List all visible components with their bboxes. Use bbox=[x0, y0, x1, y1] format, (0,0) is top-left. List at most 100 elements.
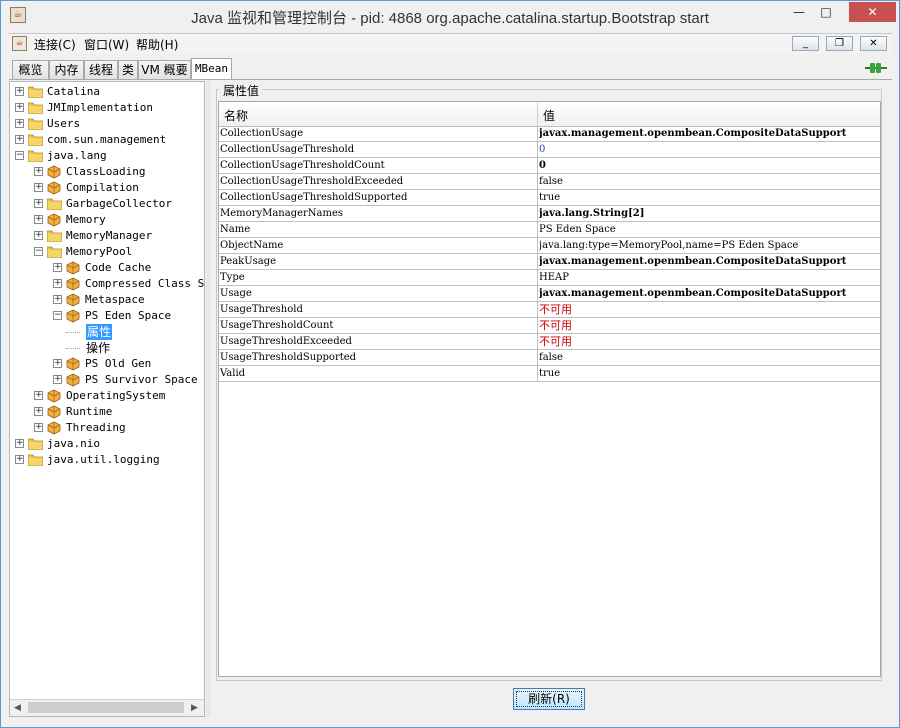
collapse-icon[interactable]: − bbox=[15, 151, 24, 160]
expand-icon[interactable]: + bbox=[34, 167, 43, 176]
collapse-icon[interactable]: − bbox=[53, 311, 62, 320]
attribute-name: CollectionUsageThresholdSupported bbox=[220, 192, 408, 203]
tree-leaf-selected: 属性 bbox=[86, 324, 113, 340]
table-row[interactable]: CollectionUsageThresholdExceeded false bbox=[219, 174, 880, 190]
table-row[interactable]: CollectionUsageThreshold 0 bbox=[219, 142, 880, 158]
mdi-minimize-button[interactable]: _ bbox=[792, 36, 819, 51]
attribute-value[interactable]: true bbox=[539, 190, 879, 205]
expand-icon[interactable]: + bbox=[53, 263, 62, 272]
attribute-value[interactable]: javax.management.openmbean.CompositeData… bbox=[539, 254, 879, 269]
attribute-value[interactable]: PS Eden Space bbox=[539, 222, 879, 237]
expand-icon[interactable]: + bbox=[34, 423, 43, 432]
mbean-icon bbox=[47, 389, 61, 403]
table-row[interactable]: Type HEAP bbox=[219, 270, 880, 286]
title-bar[interactable]: ☕ Java 监视和管理控制台 - pid: 4868 org.apache.c… bbox=[1, 1, 899, 31]
mdi-restore-button[interactable]: ❐ bbox=[826, 36, 853, 51]
mdi-close-button[interactable]: ✕ bbox=[860, 36, 887, 51]
tab-classes[interactable]: 类 bbox=[118, 60, 138, 79]
tree-node-label: Catalina bbox=[47, 85, 100, 98]
table-row[interactable]: Name PS Eden Space bbox=[219, 222, 880, 238]
attribute-value[interactable]: false bbox=[539, 350, 879, 365]
expand-icon[interactable]: + bbox=[53, 375, 62, 384]
attribute-value[interactable]: 0 bbox=[539, 158, 879, 173]
attribute-value[interactable]: javax.management.openmbean.CompositeData… bbox=[539, 126, 879, 141]
table-row[interactable]: CollectionUsageThresholdSupported true bbox=[219, 190, 880, 206]
scroll-right-icon[interactable]: ▶ bbox=[191, 703, 198, 713]
folder-icon bbox=[27, 453, 44, 467]
tree-node-label: java.lang bbox=[47, 149, 107, 162]
menu-bar: ☕ 连接(C) 窗口(W) 帮助(H) bbox=[9, 33, 892, 54]
table-row[interactable]: Valid true bbox=[219, 366, 880, 382]
maximize-button[interactable]: □ bbox=[813, 2, 839, 22]
tree-horizontal-scrollbar[interactable]: ◀ ▶ bbox=[10, 699, 204, 716]
tab-overview[interactable]: 概览 bbox=[12, 60, 49, 79]
close-button[interactable]: ✕ bbox=[849, 2, 896, 22]
table-row[interactable]: Usage javax.management.openmbean.Composit… bbox=[219, 286, 880, 302]
attribute-value[interactable]: java.lang.String[2] bbox=[539, 206, 879, 221]
attribute-value[interactable]: HEAP bbox=[539, 270, 879, 285]
java-cup-icon[interactable]: ☕ bbox=[12, 36, 27, 51]
expand-icon[interactable]: + bbox=[15, 103, 24, 112]
column-divider[interactable] bbox=[537, 102, 538, 126]
table-row[interactable]: UsageThresholdSupported false bbox=[219, 350, 880, 366]
scroll-left-icon[interactable]: ◀ bbox=[14, 703, 21, 713]
attribute-name: CollectionUsageThreshold bbox=[220, 144, 355, 155]
expand-icon[interactable]: + bbox=[53, 295, 62, 304]
refresh-button-label: 刷新(R) bbox=[528, 692, 570, 706]
menu-connection[interactable]: 连接(C) bbox=[34, 36, 76, 53]
mbean-tree[interactable]: + Catalina + JMImplementation + Users + com.sun… bbox=[9, 81, 205, 717]
expand-icon[interactable]: + bbox=[53, 279, 62, 288]
tab-mbean[interactable]: MBean bbox=[191, 58, 232, 80]
expand-icon[interactable]: + bbox=[15, 135, 24, 144]
attribute-value[interactable]: 不可用 bbox=[539, 318, 879, 333]
tree-node-label: java.util.logging bbox=[47, 453, 160, 466]
menu-window[interactable]: 窗口(W) bbox=[84, 36, 129, 53]
expand-icon[interactable]: + bbox=[34, 183, 43, 192]
tab-memory[interactable]: 内存 bbox=[49, 60, 84, 79]
column-header-value[interactable]: 值 bbox=[543, 107, 555, 124]
attribute-value[interactable]: java.lang:type=MemoryPool,name=PS Eden S… bbox=[539, 238, 879, 253]
tree-connector bbox=[66, 332, 80, 333]
attribute-name: CollectionUsage bbox=[220, 128, 304, 139]
expand-icon[interactable]: + bbox=[34, 215, 43, 224]
tree-node-label: PS Old Gen bbox=[85, 357, 152, 370]
expand-icon[interactable]: + bbox=[15, 439, 24, 448]
cell-divider bbox=[537, 174, 538, 190]
expand-icon[interactable]: + bbox=[34, 407, 43, 416]
tree-node-label: GarbageCollector bbox=[66, 197, 172, 210]
attribute-value[interactable]: 不可用 bbox=[539, 302, 879, 317]
attribute-group-title: 属性值 bbox=[220, 82, 263, 99]
expand-icon[interactable]: + bbox=[53, 359, 62, 368]
menu-help[interactable]: 帮助(H) bbox=[136, 36, 178, 53]
table-row[interactable]: CollectionUsage javax.management.openmbea… bbox=[219, 126, 880, 142]
table-row[interactable]: CollectionUsageThresholdCount 0 bbox=[219, 158, 880, 174]
collapse-icon[interactable]: − bbox=[34, 247, 43, 256]
table-row[interactable]: PeakUsage javax.management.openmbean.Comp… bbox=[219, 254, 880, 270]
attribute-value[interactable]: 不可用 bbox=[539, 334, 879, 349]
attribute-value[interactable]: true bbox=[539, 366, 879, 381]
table-row[interactable]: ObjectName java.lang:type=MemoryPool,name… bbox=[219, 238, 880, 254]
table-row[interactable]: UsageThresholdCount 不可用 bbox=[219, 318, 880, 334]
attribute-name: Valid bbox=[220, 368, 246, 379]
cell-divider bbox=[537, 158, 538, 174]
scrollbar-thumb[interactable] bbox=[28, 702, 184, 713]
tab-threads[interactable]: 线程 bbox=[84, 60, 118, 79]
expand-icon[interactable]: + bbox=[34, 231, 43, 240]
table-row[interactable]: MemoryManagerNames java.lang.String[2] bbox=[219, 206, 880, 222]
attribute-value[interactable]: false bbox=[539, 174, 879, 189]
column-header-name[interactable]: 名称 bbox=[224, 107, 248, 124]
table-row[interactable]: UsageThreshold 不可用 bbox=[219, 302, 880, 318]
attribute-name: MemoryManagerNames bbox=[220, 208, 344, 219]
expand-icon[interactable]: + bbox=[34, 199, 43, 208]
expand-icon[interactable]: + bbox=[34, 391, 43, 400]
attribute-value[interactable]: javax.management.openmbean.CompositeData… bbox=[539, 286, 879, 301]
refresh-button[interactable]: 刷新(R) bbox=[513, 688, 585, 710]
expand-icon[interactable]: + bbox=[15, 455, 24, 464]
expand-icon[interactable]: + bbox=[15, 87, 24, 96]
attribute-value[interactable]: 0 bbox=[539, 142, 879, 157]
expand-icon[interactable]: + bbox=[15, 119, 24, 128]
tab-vm-summary[interactable]: VM 概要 bbox=[138, 60, 191, 79]
minimize-button[interactable]: — bbox=[786, 2, 812, 22]
table-row[interactable]: UsageThresholdExceeded 不可用 bbox=[219, 334, 880, 350]
cell-divider bbox=[537, 350, 538, 366]
